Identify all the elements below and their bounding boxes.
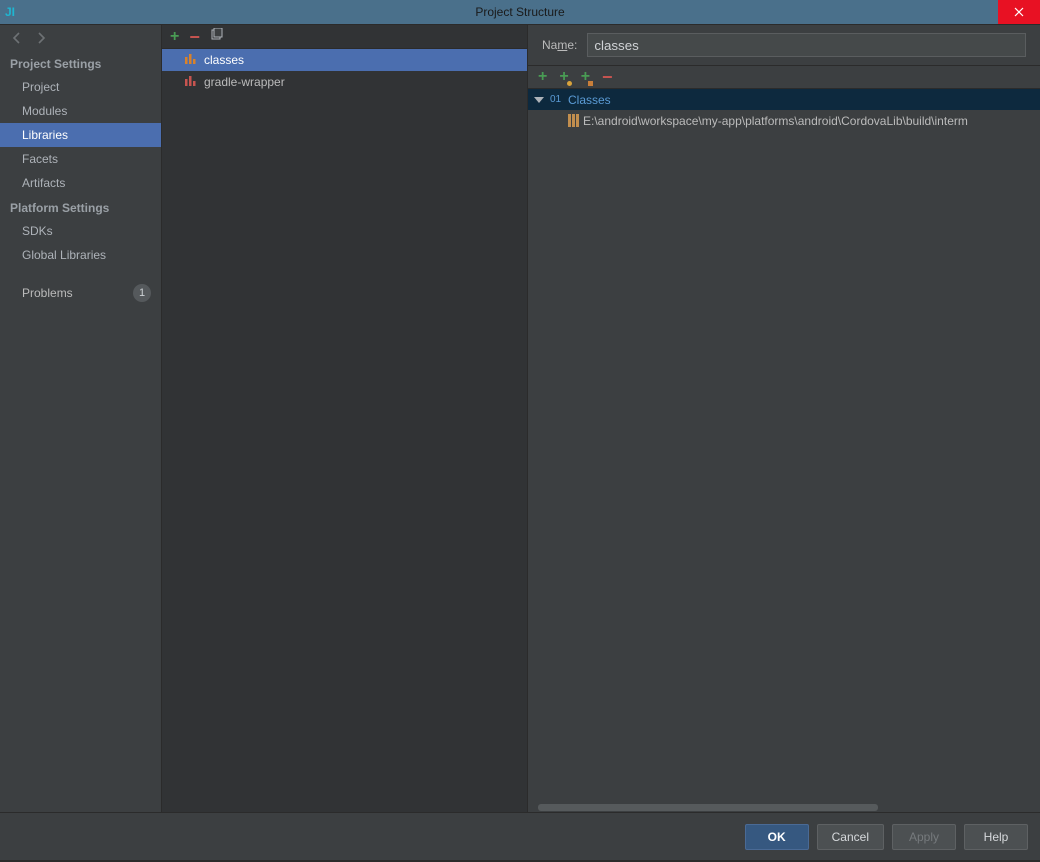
dialog-body: Project Settings Project Modules Librari… xyxy=(0,24,1040,812)
library-details-panel: Name: + + + − 01 Classes E:\android\work… xyxy=(528,25,1040,812)
svg-text:01: 01 xyxy=(550,94,562,104)
library-list-panel: + − classes gradle-wrapper xyxy=(162,25,528,812)
sidebar-item-facets[interactable]: Facets xyxy=(0,147,161,171)
svg-text:JI: JI xyxy=(5,5,15,19)
sidebar-item-libraries[interactable]: Libraries xyxy=(0,123,161,147)
remove-root-icon[interactable]: − xyxy=(602,68,613,86)
roots-tree: 01 Classes E:\android\workspace\my-app\p… xyxy=(528,89,1040,812)
sidebar: Project Settings Project Modules Librari… xyxy=(0,25,162,812)
roots-toolbar: + + + − xyxy=(528,65,1040,89)
sidebar-item-problems[interactable]: Problems 1 xyxy=(0,281,161,305)
sidebar-item-project[interactable]: Project xyxy=(0,75,161,99)
library-item-label: gradle-wrapper xyxy=(204,75,285,89)
sidebar-item-sdks[interactable]: SDKs xyxy=(0,219,161,243)
problems-count-badge: 1 xyxy=(133,284,151,302)
nav-history xyxy=(0,25,161,51)
section-platform-settings: Platform Settings xyxy=(0,195,161,219)
library-icon xyxy=(184,75,198,90)
tree-node-path[interactable]: E:\android\workspace\my-app\platforms\an… xyxy=(528,110,1040,131)
library-item-gradle-wrapper[interactable]: gradle-wrapper xyxy=(162,71,527,93)
tree-node-classes[interactable]: 01 Classes xyxy=(528,89,1040,110)
sidebar-item-global-libraries[interactable]: Global Libraries xyxy=(0,243,161,267)
window-title: Project Structure xyxy=(0,5,1040,19)
back-arrow-icon[interactable] xyxy=(10,31,24,45)
add-root-icon[interactable]: + xyxy=(538,69,547,85)
sidebar-item-artifacts[interactable]: Artifacts xyxy=(0,171,161,195)
library-item-classes[interactable]: classes xyxy=(162,49,527,71)
problems-label: Problems xyxy=(22,286,73,300)
name-row: Name: xyxy=(528,25,1040,65)
library-list: classes gradle-wrapper xyxy=(162,49,527,812)
add-root-orange-icon[interactable]: + xyxy=(581,69,590,85)
library-toolbar: + − xyxy=(162,25,527,49)
apply-button[interactable]: Apply xyxy=(892,824,956,850)
section-project-settings: Project Settings xyxy=(0,51,161,75)
add-library-icon[interactable]: + xyxy=(170,29,179,45)
tree-node-path-label: E:\android\workspace\my-app\platforms\an… xyxy=(583,114,968,128)
forward-arrow-icon[interactable] xyxy=(34,31,48,45)
library-name-input[interactable] xyxy=(587,33,1026,57)
sidebar-item-modules[interactable]: Modules xyxy=(0,99,161,123)
name-label: Name: xyxy=(542,38,577,52)
library-icon xyxy=(184,53,198,68)
app-icon: JI xyxy=(0,0,24,24)
add-root-yellow-icon[interactable]: + xyxy=(559,69,568,85)
ok-button[interactable]: OK xyxy=(745,824,809,850)
help-button[interactable]: Help xyxy=(964,824,1028,850)
horizontal-scrollbar[interactable] xyxy=(528,803,1040,812)
expand-triangle-icon[interactable] xyxy=(534,97,544,103)
cancel-button[interactable]: Cancel xyxy=(817,824,884,850)
copy-library-icon[interactable] xyxy=(210,28,224,45)
folder-icon xyxy=(568,114,579,127)
remove-library-icon[interactable]: − xyxy=(189,28,200,46)
tree-node-label: Classes xyxy=(568,93,611,107)
library-item-label: classes xyxy=(204,53,244,67)
scrollbar-thumb[interactable] xyxy=(538,804,878,811)
titlebar: JI Project Structure xyxy=(0,0,1040,24)
dialog-button-bar: OK Cancel Apply Help xyxy=(0,812,1040,860)
classes-category-icon: 01 xyxy=(550,92,564,107)
close-button[interactable] xyxy=(998,0,1040,24)
